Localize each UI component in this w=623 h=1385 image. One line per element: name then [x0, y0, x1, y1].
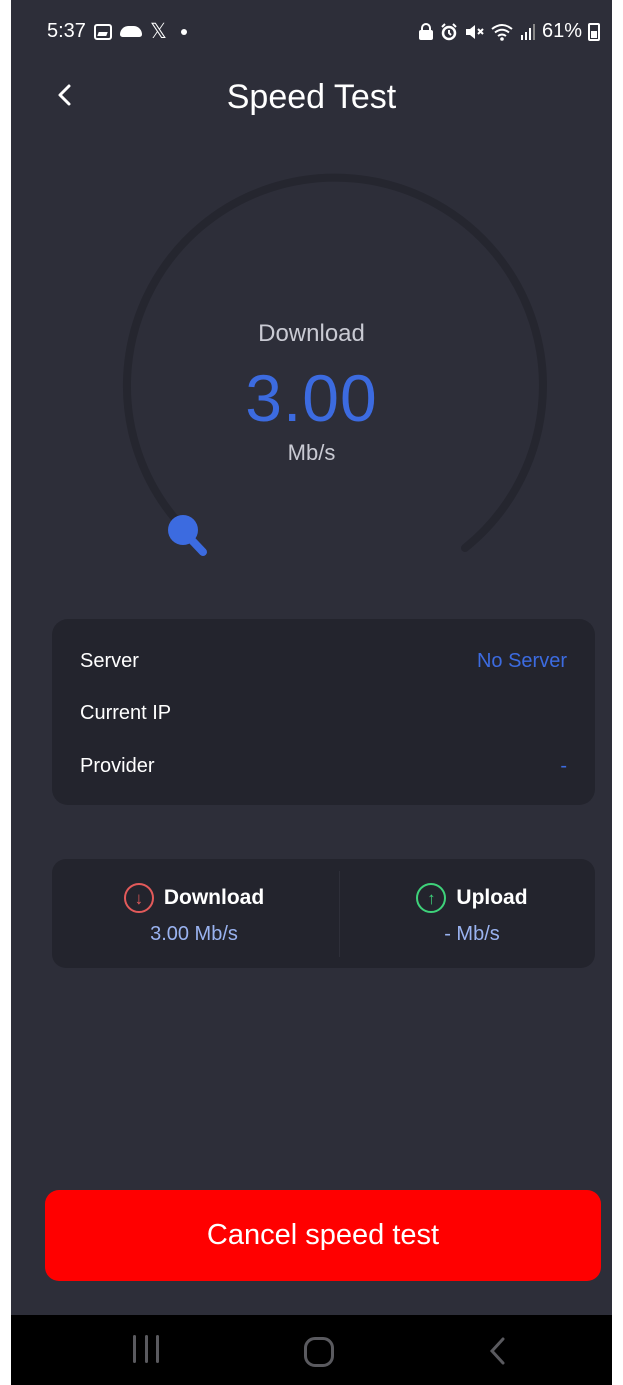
gauge-value: 3.00 — [245, 361, 378, 435]
home-icon[interactable] — [304, 1337, 334, 1367]
download-header: ↓ Download — [74, 883, 314, 913]
alarm-icon — [441, 22, 457, 40]
gallery-icon — [93, 23, 112, 40]
results-card: ↓ Download 3.00 Mb/s ↑ Upload - Mb/s — [52, 859, 595, 968]
gauge-unit: Mb/s — [287, 440, 336, 465]
connection-info-card: Server No Server Current IP Provider - — [52, 619, 595, 805]
divider — [339, 871, 340, 957]
download-label: Download — [163, 886, 265, 909]
info-label: Current IP — [80, 702, 172, 724]
info-label: Provider — [80, 755, 155, 777]
upload-value: - Mb/s — [444, 923, 500, 945]
page-title: Speed Test — [226, 78, 397, 116]
battery-percent: 61% — [541, 20, 582, 42]
info-row-provider: Provider - — [80, 755, 567, 785]
status-time: 5:37 — [47, 20, 86, 42]
status-bar: 5:37 𝕏 61% — [11, 14, 612, 50]
signal-icon — [520, 23, 535, 40]
download-result: ↓ Download 3.00 Mb/s — [74, 883, 314, 946]
info-row-current-ip: Current IP — [80, 702, 567, 732]
gauge-label: Download — [258, 320, 365, 347]
info-value: - — [560, 755, 567, 777]
status-right: 61% — [418, 20, 600, 43]
download-value: 3.00 Mb/s — [150, 923, 238, 945]
gauge-needle-icon — [168, 515, 207, 556]
upload-result: ↑ Upload - Mb/s — [352, 883, 592, 946]
upload-header: ↑ Upload — [352, 883, 592, 913]
info-row-server: Server No Server — [80, 650, 567, 680]
arrow-up-circle-icon: ↑ — [416, 883, 447, 913]
wifi-icon — [491, 23, 513, 41]
lock-icon — [418, 22, 433, 40]
cancel-speed-test-button[interactable]: Cancel speed test — [45, 1190, 601, 1281]
arrow-down-circle-icon: ↓ — [123, 883, 154, 913]
info-value: No Server — [476, 650, 567, 672]
info-label: Server — [80, 650, 139, 672]
dot-icon — [180, 28, 187, 35]
recents-icon[interactable] — [133, 1335, 159, 1367]
back-icon[interactable] — [486, 1335, 508, 1367]
app-screen: 5:37 𝕏 61% Speed Test Download 3.00 Mb/s… — [11, 0, 612, 1385]
status-left: 5:37 𝕏 — [47, 20, 187, 43]
x-icon: 𝕏 — [149, 20, 167, 43]
mute-icon — [465, 24, 484, 39]
upload-label: Upload — [456, 886, 528, 909]
system-nav-bar — [11, 1315, 612, 1385]
cloud-icon — [119, 26, 142, 37]
battery-icon — [588, 22, 600, 41]
